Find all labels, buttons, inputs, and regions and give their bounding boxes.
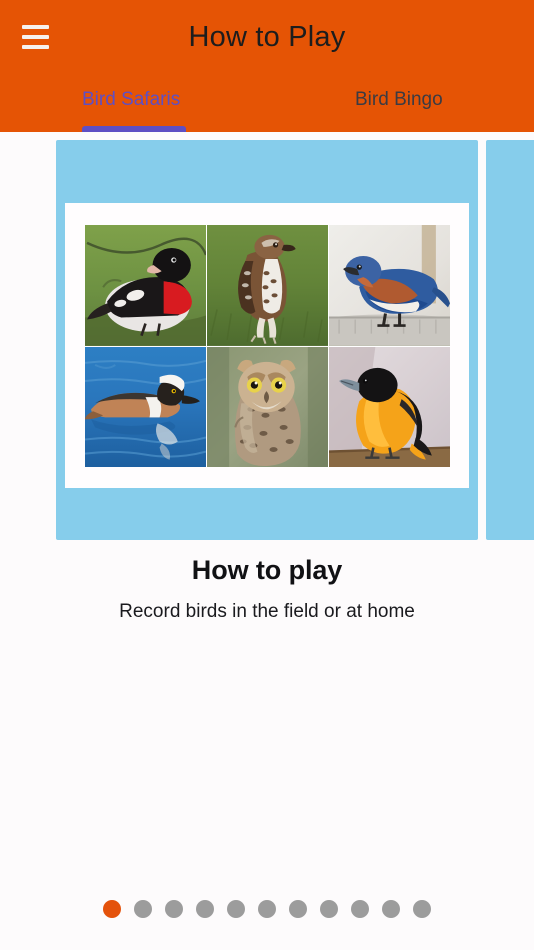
carousel[interactable]	[0, 132, 534, 552]
carousel-slide-current[interactable]	[56, 140, 478, 540]
baltimore-oriole-photo	[329, 346, 450, 467]
page-title: How to Play	[188, 21, 346, 53]
great-horned-owl-photo	[207, 346, 328, 467]
slide-caption-title: How to play	[191, 555, 343, 585]
slide-image-card	[65, 203, 469, 488]
pagination-dot-3[interactable]	[165, 900, 183, 918]
bird-photo-grid	[85, 225, 450, 467]
how-to-play-screen: How to Play Bird Safaris Bird Bingo How …	[0, 0, 534, 950]
rose-breasted-grosbeak-photo	[85, 225, 206, 346]
carousel-pagination	[103, 900, 431, 918]
pagination-dot-8[interactable]	[320, 900, 338, 918]
pagination-dot-10[interactable]	[382, 900, 400, 918]
eastern-bluebird-photo	[329, 225, 450, 346]
pagination-dot-2[interactable]	[134, 900, 152, 918]
pagination-dot-5[interactable]	[227, 900, 245, 918]
slide-caption: How to play Record birds in the field or…	[0, 552, 534, 625]
tab-bird-bingo[interactable]: Bird Bingo	[355, 84, 443, 132]
pagination-dot-7[interactable]	[289, 900, 307, 918]
slide-caption-subtitle: Record birds in the field or at home	[119, 601, 415, 622]
pagination-dot-6[interactable]	[258, 900, 276, 918]
tab-bar: Bird Safaris Bird Bingo	[0, 84, 534, 132]
tab-bird-safaris[interactable]: Bird Safaris	[82, 84, 180, 132]
tab-bird-safaris-label: Bird Safaris	[82, 89, 181, 110]
pagination-dot-9[interactable]	[351, 900, 369, 918]
red-tailed-hawk-photo	[207, 225, 328, 346]
tab-active-indicator	[82, 126, 186, 132]
pagination-dot-4[interactable]	[196, 900, 214, 918]
tab-bird-bingo-label: Bird Bingo	[355, 89, 443, 110]
carousel-slide-next[interactable]	[486, 140, 534, 540]
app-bar: How to Play Bird Safaris Bird Bingo	[0, 0, 534, 132]
pagination-dot-11[interactable]	[413, 900, 431, 918]
pagination-dot-1[interactable]	[103, 900, 121, 918]
hooded-merganser-photo	[85, 346, 206, 467]
